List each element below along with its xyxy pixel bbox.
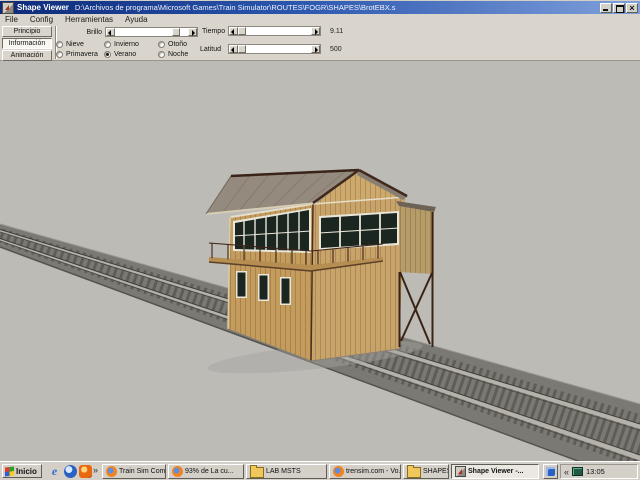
menu-ayuda[interactable]: Ayuda — [119, 14, 154, 25]
windows-flag-icon — [5, 466, 14, 476]
radio-invierno[interactable]: Invierno — [104, 40, 139, 49]
task-shapes-folder[interactable]: SHAPES — [403, 464, 449, 479]
task-download-progress[interactable]: 93% de La cu... — [168, 464, 244, 479]
latitude-scrollbar[interactable] — [228, 44, 321, 54]
tray-chevron[interactable]: « — [564, 467, 569, 477]
latitude-thumb[interactable] — [238, 45, 246, 53]
restore-icon — [616, 5, 624, 13]
close-icon: × — [627, 3, 637, 13]
scroll-left-arrow-icon[interactable] — [106, 28, 115, 36]
mail-icon[interactable] — [64, 465, 77, 478]
radio-dot — [158, 41, 165, 48]
radio-otono[interactable]: Otoño — [158, 40, 187, 49]
folder-icon — [407, 467, 421, 478]
radio-primavera[interactable]: Primavera — [56, 50, 98, 59]
task-lab-msts-folder[interactable]: LAB MSTS — [246, 464, 327, 479]
close-button[interactable]: × — [626, 3, 638, 13]
latitude-value: 500 — [330, 46, 342, 53]
minimize-button[interactable] — [600, 3, 612, 13]
firefox-icon — [333, 466, 344, 477]
firefox-icon — [106, 466, 117, 477]
brightness-label: Brillo — [70, 29, 102, 36]
time-thumb[interactable] — [238, 27, 246, 35]
menu-config[interactable]: Config — [24, 14, 59, 25]
taskbar: Inicio » Train Sim Com Fl.. 93% de La cu… — [0, 461, 640, 480]
scroll-left-arrow-icon[interactable] — [229, 45, 238, 53]
brightness-thumb[interactable] — [172, 28, 180, 36]
radio-dot — [56, 51, 63, 58]
title-bar: Shape Viewer D:\Archivos de programa\Mic… — [0, 0, 640, 14]
start-button[interactable]: Inicio — [2, 464, 42, 478]
winamp-icon[interactable] — [79, 465, 92, 478]
time-label: Tiempo — [202, 28, 225, 35]
radio-verano[interactable]: Verano — [104, 50, 136, 59]
radio-dot — [56, 41, 63, 48]
window-title-path: D:\Archivos de programa\Microsoft Games\… — [75, 3, 396, 12]
quicklaunch-overflow-chevron[interactable]: » — [93, 465, 98, 475]
informacion-button[interactable]: Información — [2, 38, 52, 49]
radio-dot — [104, 51, 111, 58]
time-value: 9.11 — [330, 28, 343, 35]
radio-nieve[interactable]: Nieve — [56, 40, 84, 49]
scene-3d — [0, 61, 640, 461]
task-train-sim-com[interactable]: Train Sim Com Fl.. — [102, 464, 166, 479]
scroll-right-arrow-icon[interactable] — [311, 45, 320, 53]
menu-bar: File Config Herramientas Ayuda — [0, 14, 640, 25]
shape-viewer-icon — [455, 466, 466, 477]
messenger-button[interactable] — [543, 464, 558, 479]
radio-dot — [158, 51, 165, 58]
window-title-app: Shape Viewer — [17, 3, 69, 12]
time-scrollbar[interactable] — [228, 26, 321, 36]
menu-file[interactable]: File — [0, 14, 24, 25]
system-tray: « 13:05 — [560, 464, 638, 479]
internet-explorer-icon[interactable] — [48, 465, 61, 478]
latitude-label: Latitud — [200, 46, 221, 53]
restore-button[interactable] — [613, 3, 625, 13]
radio-dot — [104, 41, 111, 48]
upper-windows-right — [319, 211, 399, 250]
viewport-3d[interactable] — [0, 61, 640, 461]
scroll-left-arrow-icon[interactable] — [229, 27, 238, 35]
app-icon — [2, 2, 14, 14]
principio-button[interactable]: Principio — [2, 26, 52, 37]
toolbar: Principio Información Animación Brillo N… — [0, 25, 640, 61]
menu-herramientas[interactable]: Herramientas — [59, 14, 119, 25]
radio-noche[interactable]: Noche — [158, 50, 188, 59]
scroll-right-arrow-icon[interactable] — [188, 28, 197, 36]
firefox-icon — [172, 466, 183, 477]
network-icon[interactable] — [572, 467, 583, 476]
task-trensim[interactable]: trensim.com - Vo... — [329, 464, 401, 479]
task-shape-viewer[interactable]: Shape Viewer -... — [451, 464, 539, 479]
scroll-right-arrow-icon[interactable] — [311, 27, 320, 35]
brightness-scrollbar[interactable] — [105, 27, 198, 37]
animacion-button[interactable]: Animación — [2, 50, 52, 61]
minimize-icon — [603, 9, 608, 11]
clock[interactable]: 13:05 — [586, 467, 605, 476]
shape-viewer-window: Shape Viewer D:\Archivos de programa\Mic… — [0, 0, 640, 480]
folder-icon — [250, 467, 264, 478]
